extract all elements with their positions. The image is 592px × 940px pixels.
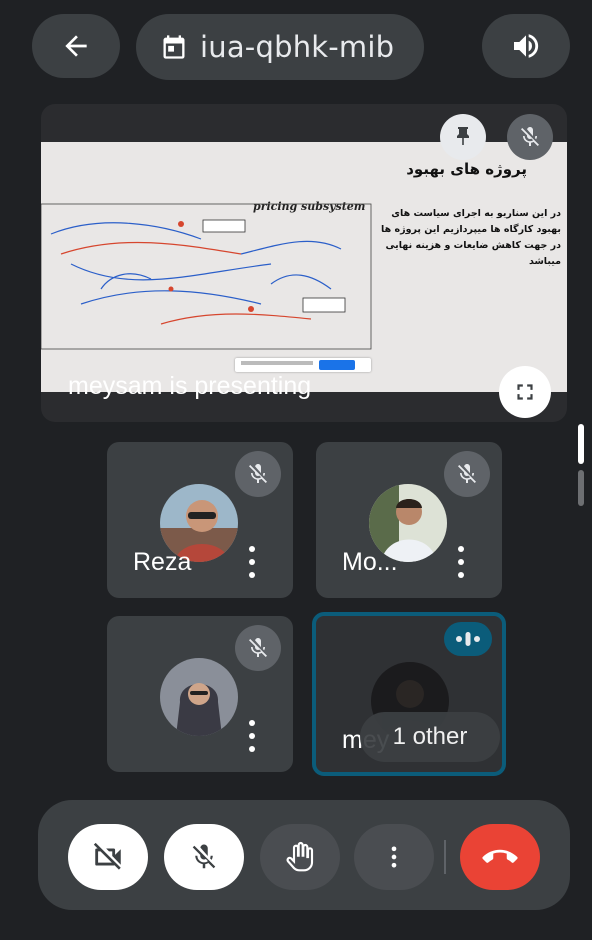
speaking-indicator xyxy=(444,622,492,656)
raise-hand-icon xyxy=(286,841,314,872)
raise-hand-button[interactable] xyxy=(260,824,340,890)
audio-level-icon xyxy=(456,632,480,646)
participant-tile-self[interactable]: mey 1 other xyxy=(312,612,506,776)
calendar-icon xyxy=(163,35,185,59)
pin-button[interactable] xyxy=(440,114,486,160)
screen-share-banner xyxy=(235,358,371,372)
controls-divider xyxy=(444,840,446,874)
meeting-info-button[interactable]: iua-qbhk-mib xyxy=(136,14,424,80)
more-options-button[interactable] xyxy=(354,824,434,890)
participant-mute-indicator xyxy=(235,451,281,497)
more-vertical-icon xyxy=(391,846,397,868)
participant-name: Reza xyxy=(133,548,192,576)
share-banner-text xyxy=(241,361,313,365)
presenter-mute-indicator xyxy=(507,114,553,160)
participant-mute-indicator xyxy=(444,451,490,497)
camera-off-icon xyxy=(93,842,121,870)
participant-tile-reza[interactable]: Reza xyxy=(107,442,293,598)
mic-off-icon xyxy=(521,126,539,146)
participant-name: Mo... xyxy=(342,548,398,576)
pin-icon xyxy=(457,127,469,145)
end-call-icon xyxy=(482,849,518,863)
top-bar: iua-qbhk-mib xyxy=(0,0,592,96)
slide-body: در این سناریو به اجرای سیاست های بهبود ک… xyxy=(381,208,561,267)
speaker-icon xyxy=(514,34,539,58)
participant-tile-3[interactable] xyxy=(107,616,293,772)
fullscreen-button[interactable] xyxy=(499,366,551,418)
meeting-code: iua-qbhk-mib xyxy=(200,30,395,64)
camera-toggle-button[interactable] xyxy=(68,824,148,890)
participant-more-button[interactable] xyxy=(247,546,257,580)
participant-more-button[interactable] xyxy=(456,546,466,580)
back-button[interactable] xyxy=(32,14,120,78)
mic-off-icon xyxy=(192,844,216,869)
mic-toggle-button[interactable] xyxy=(164,824,244,890)
presentation-tile[interactable]: پروژه های بهبود در این سناریو به اجرای س… xyxy=(41,104,567,422)
mic-off-icon xyxy=(249,463,267,483)
scrollbar-track[interactable] xyxy=(578,470,584,506)
shared-slide: پروژه های بهبود در این سناریو به اجرای س… xyxy=(41,142,567,392)
call-controls-bar xyxy=(38,800,570,910)
presenting-label: meysam is presenting xyxy=(68,372,312,400)
mic-off-icon xyxy=(249,637,267,657)
participant-tile-mo[interactable]: Mo... xyxy=(316,442,502,598)
participant-more-button[interactable] xyxy=(247,720,257,754)
scrollbar-thumb[interactable] xyxy=(578,424,584,464)
mic-off-icon xyxy=(458,463,476,483)
audio-output-button[interactable] xyxy=(482,14,570,78)
arrow-left-icon xyxy=(65,35,87,57)
fullscreen-icon xyxy=(517,384,533,400)
slide-title: پروژه های بهبود xyxy=(406,160,527,178)
stop-sharing-chip xyxy=(319,360,355,370)
pricing-diagram xyxy=(41,203,372,350)
others-overlay[interactable]: 1 other xyxy=(360,712,500,762)
participant-mute-indicator xyxy=(235,625,281,671)
end-call-button[interactable] xyxy=(460,824,540,890)
avatar xyxy=(160,658,238,736)
